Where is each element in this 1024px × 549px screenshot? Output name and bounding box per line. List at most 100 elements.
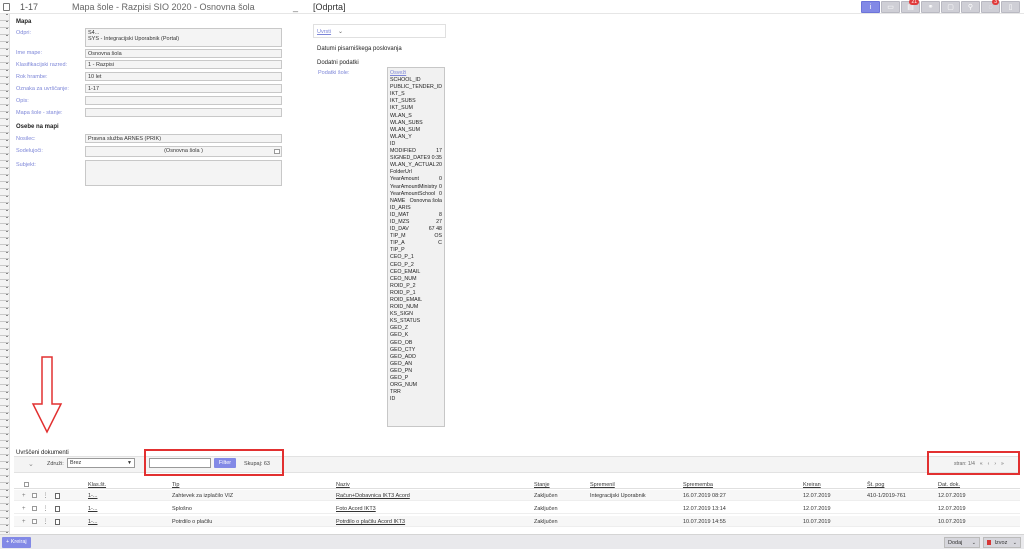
info-button[interactable]: i (861, 1, 880, 13)
uvrsti-link[interactable]: Uvrsti (317, 29, 331, 35)
link-button[interactable]: ⚭ (921, 1, 940, 13)
ime-mape-field[interactable]: Osnovna šola (85, 49, 282, 58)
document-icon[interactable] (54, 518, 60, 525)
col-stanje[interactable]: Stanje (534, 482, 550, 488)
podatki-row: TIP_M OS (390, 233, 442, 240)
cell-stanje: Zaključen (534, 506, 558, 512)
podatki-row: CEO_P_1 (390, 254, 442, 261)
stanje-field[interactable] (85, 108, 282, 117)
podatki-value: 17 (436, 148, 442, 155)
col-sprememba[interactable]: Sprememba (683, 482, 713, 488)
podatki-row: TIP_A C (390, 240, 442, 247)
col-kreiran[interactable]: Kreiran (803, 482, 821, 488)
rok-hrambe-label: Rok hrambe: (16, 74, 48, 80)
opis-field[interactable] (85, 96, 282, 105)
table-row[interactable]: + ⋮ 1-... Potrdilo o plačilu Potrdilo o plač… (14, 516, 1020, 527)
dropdown-arrow-icon: ▼ (127, 460, 132, 466)
uvrsti-panel: Uvrsti ⌄ (313, 24, 446, 38)
zdruzi-select[interactable]: Brez ▼ (67, 458, 135, 468)
dodaj-button[interactable]: Dodaj ⌄ (944, 537, 980, 548)
podatki-row: IKT_SUBS (390, 98, 442, 105)
col-klas[interactable]: Klas.št. (88, 482, 106, 488)
drag-handle-icon[interactable]: ⋮ (43, 492, 49, 499)
col-naziv[interactable]: Naziv (336, 482, 350, 488)
cell-sprememba: 16.07.2019 08:27 (683, 493, 726, 499)
rok-hrambe-field[interactable]: 10 let (85, 72, 282, 81)
expand-plus-icon[interactable]: + (22, 493, 26, 499)
nosilec-field[interactable]: Pravna služba ARNES (PRIK) (85, 134, 282, 143)
drag-handle-icon[interactable]: ⋮ (43, 505, 49, 512)
zdruzi-value: Brez (70, 460, 82, 466)
comments-badge: 3 (992, 0, 999, 5)
dodatni-heading: Dodatni podatki (317, 60, 359, 66)
podatki-row: GEO_ADD (390, 354, 442, 361)
expand-plus-icon[interactable]: + (22, 519, 26, 525)
table-row[interactable]: + ⋮ 1-... Splošno Foto Acord IKT3 Zaključen 12… (14, 503, 1020, 514)
search-button[interactable]: ⚲ (961, 1, 980, 13)
col-datdok[interactable]: Dat. dok. (938, 482, 960, 488)
col-stpog[interactable]: Št. pog (867, 482, 884, 488)
cell-klas[interactable]: 1-... (88, 506, 97, 512)
comment-icon: ◌ (988, 3, 993, 11)
cell-naziv[interactable]: Foto Acord IKT3 (336, 506, 376, 512)
document-icon[interactable] (54, 492, 60, 499)
odpri-field[interactable]: S4... SYS - Integracijski Uporabnik (Por… (85, 28, 282, 47)
podatki-row: GEO_PN (390, 368, 442, 375)
table-row[interactable]: + ⋮ 1-... Zahtevek za izplačilo VIZ Račun+Do… (14, 490, 1020, 501)
podatki-row: GEO_OB (390, 340, 442, 347)
inbox-button[interactable]: ▭ (881, 1, 900, 13)
cell-tip: Zahtevek za izplačilo VIZ (172, 493, 234, 499)
podatki-key: ID_MZS (390, 218, 410, 225)
expand-icon[interactable] (274, 149, 280, 154)
select-all-checkbox[interactable] (24, 482, 29, 487)
sodelujoci-label: Sodelujoči: (16, 148, 43, 154)
podatki-row: YearAmount 0 (390, 176, 442, 183)
cell-naziv[interactable]: Račun+Dobavnica IKT3 Acord (336, 493, 410, 499)
link-icon: ⚭ (927, 4, 934, 11)
osvezi-link[interactable]: Osveži (390, 70, 442, 77)
sodelujoci-field[interactable]: (Osnovna šola ) (85, 146, 282, 157)
subjekt-field[interactable] (85, 160, 282, 186)
cell-kreiran: 12.07.2019 (803, 506, 831, 512)
expand-plus-icon[interactable]: + (22, 506, 26, 512)
cell-naziv[interactable]: Potrdilo o plačilu Acord IKT3 (336, 519, 405, 525)
drag-handle-icon[interactable]: ⋮ (43, 518, 49, 525)
podatki-row: ROID_NUM (390, 304, 442, 311)
row-checkbox[interactable] (31, 519, 37, 524)
oznaka-field[interactable]: 1-17 (85, 84, 282, 93)
ime-mape-label: Ime mape: (16, 50, 42, 56)
cell-klas[interactable]: 1-... (88, 493, 97, 499)
comments-button[interactable]: ◌ 3 (981, 0, 1000, 13)
podatki-row: GEO_K (390, 332, 442, 339)
podatki-value: 0 (439, 183, 442, 190)
podatki-key: GEO_K (390, 332, 409, 339)
podatki-row: GEO_AN (390, 361, 442, 368)
row-checkbox[interactable] (31, 493, 37, 498)
document-icon[interactable] (54, 505, 60, 512)
collapse-chevron-icon[interactable]: ⌄ (28, 460, 34, 468)
cell-klas[interactable]: 1-... (88, 519, 97, 525)
left-ruler (0, 14, 10, 534)
podatki-key: CEO_NUM (390, 275, 417, 282)
file-button[interactable]: ▯ (1001, 1, 1020, 13)
podatki-key: TIP_P (390, 247, 405, 254)
podatki-row: NAME Osnovna šola (390, 198, 442, 205)
podatki-key: GEO_AN (390, 360, 413, 367)
izvoz-button[interactable]: Izvoz ⌄ (983, 537, 1021, 548)
documents-button[interactable]: ▤ 21 (901, 0, 920, 13)
chevron-down-icon[interactable]: ⌄ (338, 28, 343, 35)
podatki-value: 20 (436, 162, 442, 169)
row-controls: + ⋮ (22, 505, 60, 512)
lock-button[interactable]: ▢ (941, 1, 960, 13)
podatki-row: TRR (390, 389, 442, 396)
annotation-box-filter (144, 449, 284, 476)
subjekt-label: Subjekt: (16, 162, 36, 168)
col-spremenil[interactable]: Spremenil (590, 482, 615, 488)
row-checkbox[interactable] (31, 506, 37, 511)
podatki-row: WLAN_Y (390, 134, 442, 141)
kreiraj-button[interactable]: + Kreiraj (2, 537, 31, 548)
col-tip[interactable]: Tip (172, 482, 179, 488)
klasifikacijski-razred-field[interactable]: 1 - Razpisi (85, 60, 282, 69)
bottom-bar: + Kreiraj Dodaj ⌄ Izvoz ⌄ (0, 534, 1024, 549)
podatki-key: NAME (390, 197, 406, 204)
